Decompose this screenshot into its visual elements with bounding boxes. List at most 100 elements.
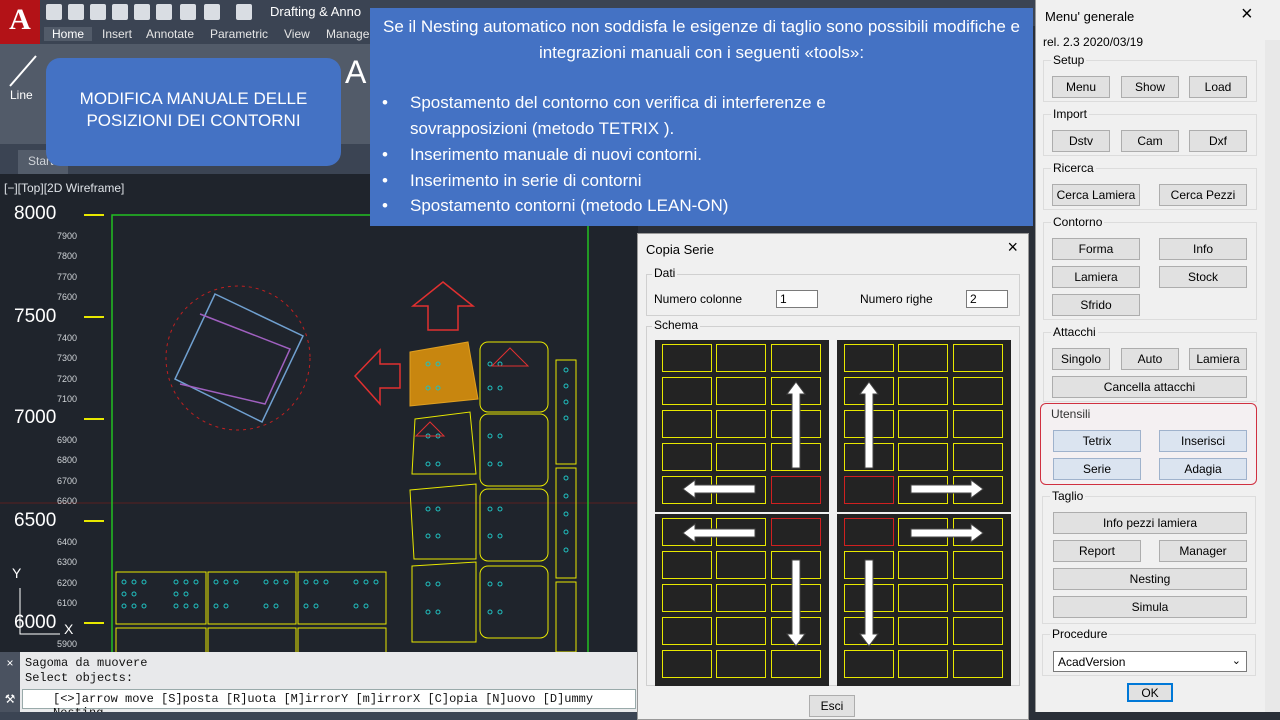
y-tick: 6100 (57, 598, 78, 608)
close-icon[interactable]: × (1007, 237, 1018, 258)
forma-button[interactable]: Forma (1052, 238, 1140, 260)
print-icon[interactable] (180, 4, 196, 20)
adagia-button[interactable]: Adagia (1159, 458, 1247, 480)
group-taglio-label: Taglio (1050, 489, 1086, 503)
label-numero-colonne: Numero colonne (654, 292, 743, 306)
show-button[interactable]: Show (1121, 76, 1179, 98)
text-tool-icon[interactable]: A (345, 54, 366, 91)
lamiera-attacchi-button[interactable]: Lamiera (1189, 348, 1247, 370)
schema-option-up-left[interactable] (655, 340, 829, 512)
inserisci-button[interactable]: Inserisci (1159, 430, 1247, 452)
group-dati-label: Dati (652, 266, 678, 280)
workspace-selector[interactable]: Drafting & Anno (270, 4, 361, 19)
open-file-icon[interactable] (68, 4, 84, 20)
label-numero-righe: Numero righe (860, 292, 933, 306)
y-axis-mark (84, 418, 104, 420)
numero-colonne-input[interactable]: 1 (776, 290, 818, 308)
menu-button[interactable]: Menu (1052, 76, 1110, 98)
arrow-up-icon (859, 381, 879, 469)
dxf-button[interactable]: Dxf (1189, 130, 1247, 152)
new-file-icon[interactable] (46, 4, 62, 20)
drawing-viewport[interactable]: Y X (0, 174, 638, 652)
y-tick: 6300 (57, 557, 78, 567)
tab-view[interactable]: View (284, 27, 310, 41)
nesting-button[interactable]: Nesting (1053, 568, 1247, 590)
singolo-button[interactable]: Singolo (1052, 348, 1110, 370)
info-button[interactable]: Info (1159, 238, 1247, 260)
esci-button[interactable]: Esci (809, 695, 855, 717)
svg-text:X: X (64, 621, 74, 637)
y-tick: 7700 (57, 272, 78, 282)
cam-button[interactable]: Cam (1121, 130, 1179, 152)
web-icon[interactable] (156, 4, 172, 20)
undo-icon[interactable] (204, 4, 220, 20)
schema-option-down-left[interactable] (655, 514, 829, 686)
y-tick: 6900 (57, 435, 78, 445)
callout-bullet: • Inserimento in serie di contorni (382, 171, 642, 190)
callout-bullet-continued: sovrapposizioni (metodo TETRIX ). (382, 116, 674, 142)
y-tick: 7900 (57, 231, 78, 241)
arrow-down-icon (786, 559, 806, 647)
version-label: rel. 2.3 2020/03/19 (1043, 35, 1144, 49)
stock-button[interactable]: Stock (1159, 266, 1247, 288)
cerca-pezzi-button[interactable]: Cerca Pezzi (1159, 184, 1247, 206)
group-ricerca-label: Ricerca (1051, 161, 1096, 175)
line-tool-label: Line (10, 88, 33, 102)
close-icon[interactable]: × (1241, 3, 1253, 26)
dstv-button[interactable]: Dstv (1052, 130, 1110, 152)
redo-icon[interactable] (236, 4, 252, 20)
cerca-lamiera-button[interactable]: Cerca Lamiera (1052, 184, 1140, 206)
y-tick: 7100 (57, 394, 78, 404)
auto-button[interactable]: Auto (1121, 348, 1179, 370)
y-tick: 6800 (57, 455, 78, 465)
numero-righe-input[interactable]: 2 (966, 290, 1008, 308)
line-tool-icon[interactable] (8, 54, 38, 88)
y-tick: 7200 (57, 374, 78, 384)
report-button[interactable]: Report (1053, 540, 1141, 562)
y-axis-mark (84, 520, 104, 522)
simula-button[interactable]: Simula (1053, 596, 1247, 618)
lamiera-button[interactable]: Lamiera (1052, 266, 1140, 288)
y-axis-mark (84, 622, 104, 624)
save-as-icon[interactable] (112, 4, 128, 20)
save-icon[interactable] (90, 4, 106, 20)
command-line-handle[interactable]: × ⚒ (0, 652, 20, 712)
scrollbar[interactable] (1265, 40, 1280, 712)
y-tick: 7300 (57, 353, 78, 363)
viewport-label[interactable]: [−][Top][2D Wireframe] (4, 181, 124, 195)
command-history-line: Sagoma da muovere (25, 656, 148, 670)
schema-option-up-right[interactable] (837, 340, 1011, 512)
y-axis-label: 7500 (14, 306, 57, 327)
cancella-attacchi-button[interactable]: Cancella attacchi (1052, 376, 1247, 398)
tab-parametric[interactable]: Parametric (210, 27, 268, 41)
callout-tools-description: Se il Nesting automatico non soddisfa le… (370, 8, 1033, 226)
y-tick: 6600 (57, 496, 78, 506)
tab-home[interactable]: Home (44, 27, 93, 41)
info-pezzi-lamiera-button[interactable]: Info pezzi lamiera (1053, 512, 1247, 534)
procedure-select[interactable]: AcadVersion ⌄ (1053, 651, 1247, 672)
command-input[interactable]: [<>]arrow move [S]posta [R]uota [M]irror… (22, 689, 636, 720)
y-tick: 7400 (57, 333, 78, 343)
schema-option-down-right[interactable] (837, 514, 1011, 686)
callout-bullet: • Spostamento del contorno con verifica d… (382, 93, 826, 112)
cloud-icon[interactable] (134, 4, 150, 20)
tab-insert[interactable]: Insert (102, 27, 132, 41)
wrench-icon[interactable]: ⚒ (0, 692, 20, 706)
drawing-canvas: Y X (0, 214, 638, 652)
close-icon[interactable]: × (0, 656, 20, 670)
svg-text:Y: Y (12, 565, 22, 581)
autocad-logo-icon[interactable]: A (0, 0, 40, 44)
group-setup-label: Setup (1051, 53, 1087, 67)
tab-manage[interactable]: Manage (326, 27, 369, 41)
ok-button[interactable]: OK (1127, 683, 1173, 702)
serie-button[interactable]: Serie (1053, 458, 1141, 480)
load-button[interactable]: Load (1189, 76, 1247, 98)
tab-annotate[interactable]: Annotate (146, 27, 194, 41)
manager-button[interactable]: Manager (1159, 540, 1247, 562)
dialog-title: Copia Serie (646, 242, 714, 257)
bullet-text: Inserimento in serie di contorni (410, 171, 642, 190)
y-tick: 6400 (57, 537, 78, 547)
sfrido-button[interactable]: Sfrido (1052, 294, 1140, 316)
procedure-select-value: AcadVersion (1058, 655, 1126, 669)
tetrix-button[interactable]: Tetrix (1053, 430, 1141, 452)
